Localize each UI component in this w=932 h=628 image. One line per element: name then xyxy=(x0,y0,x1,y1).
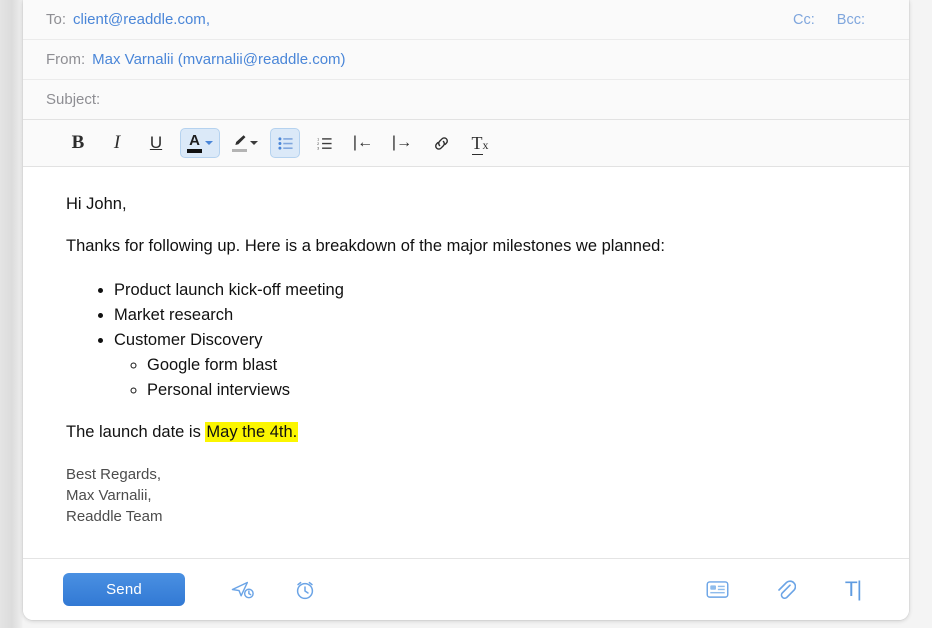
launch-date-prefix: The launch date is xyxy=(66,422,206,441)
list-item: Market research xyxy=(114,303,869,328)
launch-date-highlight: May the 4th. xyxy=(205,421,299,442)
compose-action-bar: Send T| xyxy=(23,558,909,620)
cc-bcc-group: Cc: Bcc: xyxy=(793,0,865,40)
from-label: From: xyxy=(46,51,86,68)
insert-template-button[interactable] xyxy=(699,572,735,608)
svg-text:2: 2 xyxy=(317,141,319,145)
formatting-toolbar: B I U A 1 2 3 |← |→ Tx xyxy=(23,120,909,167)
remind-me-button[interactable] xyxy=(287,572,323,608)
intro-paragraph: Thanks for following up. Here is a break… xyxy=(66,237,665,256)
template-card-icon xyxy=(706,581,728,598)
svg-text:1: 1 xyxy=(317,137,319,141)
format-text-button[interactable]: T| xyxy=(835,572,871,608)
chevron-down-icon xyxy=(250,141,258,145)
highlight-color-button[interactable] xyxy=(225,128,265,158)
cc-button[interactable]: Cc: xyxy=(793,12,815,28)
greeting-paragraph: Hi John, xyxy=(66,195,127,213)
clear-formatting-button[interactable]: Tx xyxy=(465,128,495,158)
text-color-button[interactable]: A xyxy=(180,128,220,158)
subject-label: Subject: xyxy=(46,91,101,108)
signature-line: Readdle Team xyxy=(66,507,163,525)
outdent-button[interactable]: |← xyxy=(348,128,378,158)
from-row[interactable]: From: Max Varnalii (mvarnalii@readdle.co… xyxy=(23,40,909,80)
milestones-list: Product launch kick-off meetingMarket re… xyxy=(66,278,869,403)
launch-date-paragraph: The launch date is May the 4th. xyxy=(66,421,869,443)
compose-window: To: client@readdle.com , Cc: Bcc: From: … xyxy=(0,0,932,628)
to-separator: , xyxy=(205,11,210,28)
subject-row[interactable]: Subject: xyxy=(23,80,909,120)
text-color-icon: A xyxy=(187,133,202,153)
link-icon xyxy=(434,136,448,150)
chevron-down-icon xyxy=(205,141,213,145)
list-item: Customer DiscoveryGoogle form blastPerso… xyxy=(114,328,869,403)
send-later-button[interactable] xyxy=(225,572,261,608)
sub-list-item: Google form blast xyxy=(147,353,869,378)
indent-icon: |→ xyxy=(391,134,413,151)
paperclip-icon xyxy=(778,579,796,599)
format-text-icon: T| xyxy=(844,577,862,601)
insert-link-button[interactable] xyxy=(426,128,456,158)
sub-list-item: Personal interviews xyxy=(147,378,869,403)
attach-file-button[interactable] xyxy=(767,572,803,608)
list-item: Product launch kick-off meeting xyxy=(114,278,869,303)
indent-button[interactable]: |→ xyxy=(387,128,417,158)
highlighter-icon xyxy=(232,134,247,152)
italic-button[interactable]: I xyxy=(102,128,132,158)
send-later-icon xyxy=(231,581,254,598)
recipient-header: To: client@readdle.com , Cc: Bcc: From: … xyxy=(23,0,909,120)
sub-list: Google form blastPersonal interviews xyxy=(114,353,869,403)
numbered-list-icon: 1 2 3 xyxy=(317,137,332,150)
numbered-list-button[interactable]: 1 2 3 xyxy=(309,128,339,158)
outdent-icon: |← xyxy=(352,134,374,151)
to-recipient[interactable]: client@readdle.com xyxy=(73,11,206,28)
email-composer-panel: To: client@readdle.com , Cc: Bcc: From: … xyxy=(23,0,909,620)
signature-line: Max Varnalii, xyxy=(66,486,152,504)
bold-button[interactable]: B xyxy=(63,128,93,158)
signature-block: Best Regards, Max Varnalii, Readdle Team xyxy=(66,465,869,527)
signature-line: Best Regards, xyxy=(66,466,162,484)
to-row[interactable]: To: client@readdle.com , Cc: Bcc: xyxy=(23,0,909,40)
from-account[interactable]: Max Varnalii (mvarnalii@readdle.com) xyxy=(92,51,345,68)
clear-formatting-icon: Tx xyxy=(471,132,489,155)
to-label: To: xyxy=(46,11,67,28)
underline-button[interactable]: U xyxy=(141,128,171,158)
send-button[interactable]: Send xyxy=(63,573,185,606)
bulleted-list-button[interactable] xyxy=(270,128,300,158)
svg-text:3: 3 xyxy=(317,146,319,149)
bulleted-list-icon xyxy=(277,136,293,150)
bcc-button[interactable]: Bcc: xyxy=(837,12,865,28)
alarm-clock-icon xyxy=(296,581,314,599)
message-body[interactable]: Hi John, Thanks for following up. Here i… xyxy=(23,167,909,558)
